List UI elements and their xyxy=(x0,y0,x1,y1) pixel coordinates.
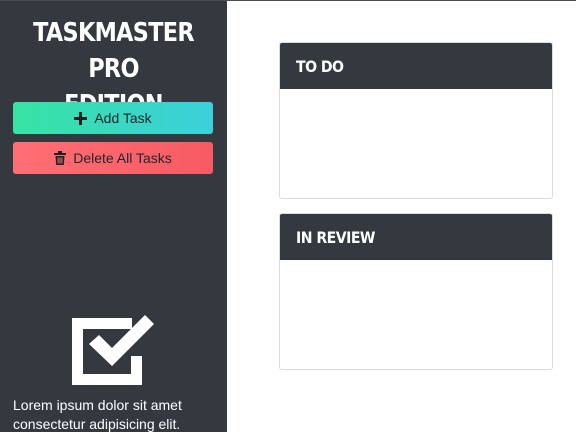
checkbox-check-icon xyxy=(72,312,156,386)
add-task-button[interactable]: Add Task xyxy=(13,102,213,134)
sidebar: TASKMASTER PRO EDITION Add Task xyxy=(0,1,227,432)
plus-icon xyxy=(74,111,88,125)
board-todo-header: TO DO xyxy=(280,43,552,89)
board-todo: TO DO xyxy=(279,42,553,199)
add-task-label: Add Task xyxy=(94,110,152,126)
trash-icon xyxy=(54,151,67,165)
board-todo-title: TO DO xyxy=(296,56,344,76)
app-title-line-1: TASKMASTER PRO xyxy=(33,18,194,84)
app-window: TASKMASTER PRO EDITION Add Task xyxy=(0,0,576,432)
board-in-review: IN REVIEW xyxy=(279,213,553,370)
board-in-review-header: IN REVIEW xyxy=(280,214,552,260)
delete-all-tasks-button[interactable]: Delete All Tasks xyxy=(13,142,213,174)
sidebar-description: Lorem ipsum dolor sit amet consectetur a… xyxy=(13,397,182,432)
delete-all-tasks-label: Delete All Tasks xyxy=(73,150,172,166)
board-in-review-title: IN REVIEW xyxy=(296,227,375,247)
